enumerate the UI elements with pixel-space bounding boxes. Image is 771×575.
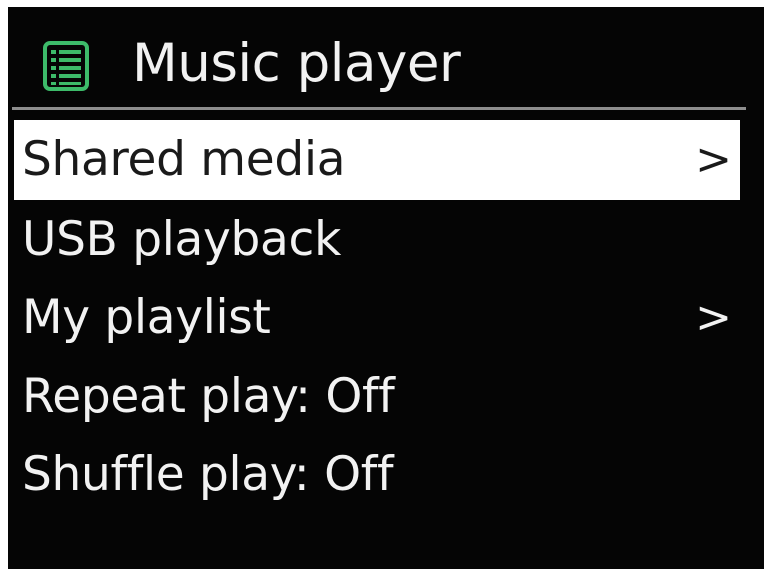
menu-item-shuffle-play[interactable]: Shuffle play: Off — [14, 435, 740, 515]
chevron-right-icon: > — [695, 292, 732, 343]
menu-item-label: Repeat play: Off — [22, 369, 395, 424]
header-divider — [12, 107, 746, 110]
list-icon — [43, 41, 89, 91]
menu-item-label: USB playback — [22, 212, 342, 267]
menu-item-label: Shuffle play: Off — [22, 447, 394, 502]
music-player-screen: Music player Shared media > USB playback… — [8, 7, 764, 569]
menu-item-label: Shared media — [22, 132, 346, 187]
menu-item-repeat-play[interactable]: Repeat play: Off — [14, 357, 740, 437]
menu-item-shared-media[interactable]: Shared media > — [14, 120, 740, 200]
menu-item-my-playlist[interactable]: My playlist > — [14, 278, 740, 358]
chevron-right-icon: > — [695, 134, 732, 185]
menu-item-usb-playback[interactable]: USB playback — [14, 200, 740, 280]
page-title: Music player — [132, 33, 461, 94]
menu-item-label: My playlist — [22, 290, 271, 345]
header: Music player — [8, 7, 764, 107]
